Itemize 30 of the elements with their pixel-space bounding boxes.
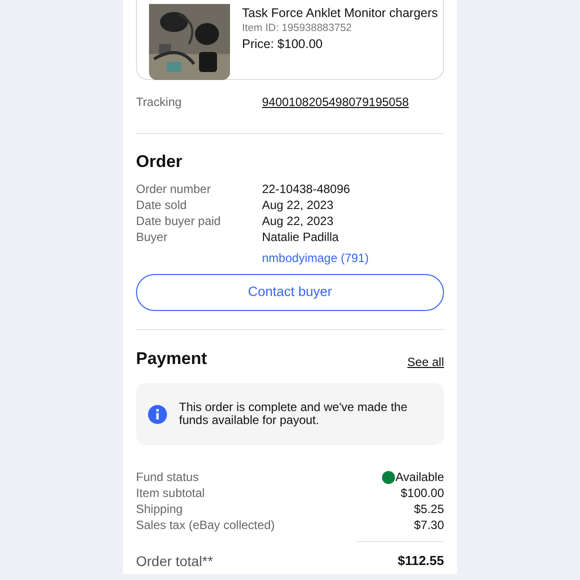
field-label: Date buyer paid	[136, 213, 222, 229]
field-value: $7.30	[414, 517, 444, 533]
tracking-link[interactable]: 9400108205498079195058	[262, 94, 409, 110]
field-label: Fund status	[136, 469, 199, 485]
field-value: Aug 22, 2023	[262, 197, 334, 213]
field-value: 22-10438-48096	[262, 181, 350, 197]
field-label: Item subtotal	[136, 485, 205, 501]
order-total-value: $112.55	[398, 552, 444, 570]
section-heading: Payment	[136, 348, 207, 370]
item-id: Item ID: 195938883752	[242, 21, 353, 35]
contact-buyer-button[interactable]: Contact buyer	[136, 274, 444, 311]
field-label: Shipping	[136, 501, 183, 517]
field-label: Date sold	[136, 197, 188, 213]
info-message: This order is complete and we've made the funds available for payout.	[179, 401, 408, 427]
tracking-label: Tracking	[136, 94, 183, 110]
field-value: $100.00	[400, 485, 444, 501]
order-total-label: Order total**	[136, 552, 214, 570]
field-label: Order number	[136, 181, 212, 197]
section-heading: Order	[136, 151, 184, 173]
item-price: Price: $100.00	[242, 36, 324, 52]
field-label: Sales tax (eBay collected)	[136, 517, 275, 533]
field-value: Aug 22, 2023	[262, 213, 334, 229]
field-value: $5.25	[414, 501, 444, 517]
field-value: Available	[396, 469, 444, 485]
field-value: Natalie Padilla	[262, 229, 339, 245]
item-title: Task Force Anklet Monitor chargers	[242, 5, 438, 21]
info-icon	[148, 404, 167, 424]
field-label: Buyer	[136, 229, 168, 245]
see-all-link[interactable]: See all	[407, 354, 444, 370]
buyer-link[interactable]: nmbodyimage (791)	[262, 250, 444, 266]
